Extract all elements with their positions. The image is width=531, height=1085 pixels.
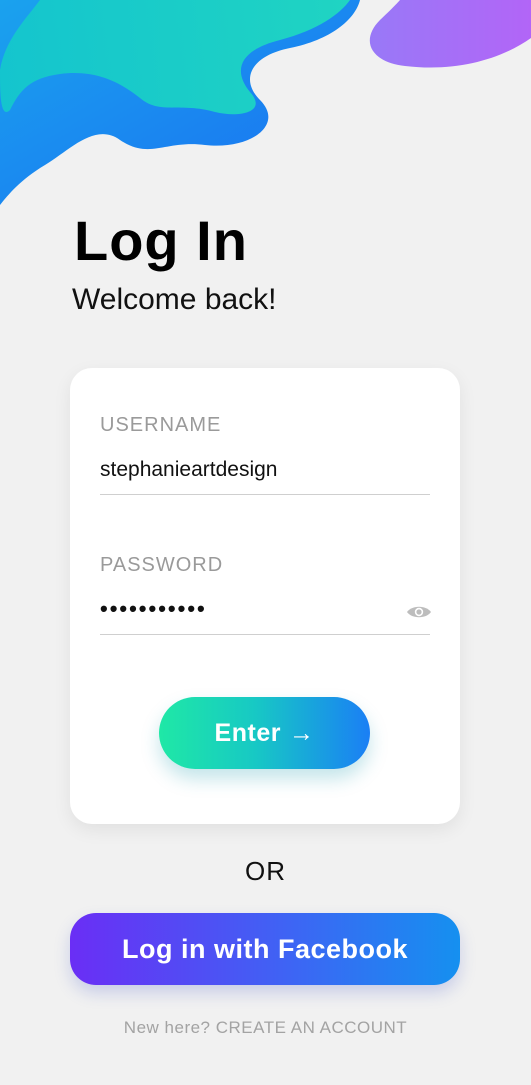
password-underline [100,634,430,635]
decorative-wave-header [0,0,531,205]
password-label: PASSWORD [100,554,224,576]
username-label: USERNAME [100,414,222,436]
eye-icon[interactable] [406,604,432,620]
or-divider: OR [245,856,286,886]
username-underline [100,494,430,495]
enter-button[interactable]: Enter → [159,697,370,769]
login-card: USERNAME PASSWORD Enter → [70,368,460,824]
username-input[interactable] [100,458,400,482]
enter-button-label: Enter [214,718,281,747]
facebook-login-button[interactable]: Log in with Facebook [70,913,460,985]
create-account-link[interactable]: CREATE AN ACCOUNT [216,1018,407,1037]
arrow-right-icon: → [288,718,315,747]
password-input[interactable] [100,596,400,622]
page-title: Log In [74,209,248,272]
signup-row: New here? CREATE AN ACCOUNT [0,1018,531,1038]
facebook-login-label: Log in with Facebook [122,933,408,964]
page-subtitle: Welcome back! [72,283,277,316]
signup-prompt: New here? [123,1018,211,1037]
